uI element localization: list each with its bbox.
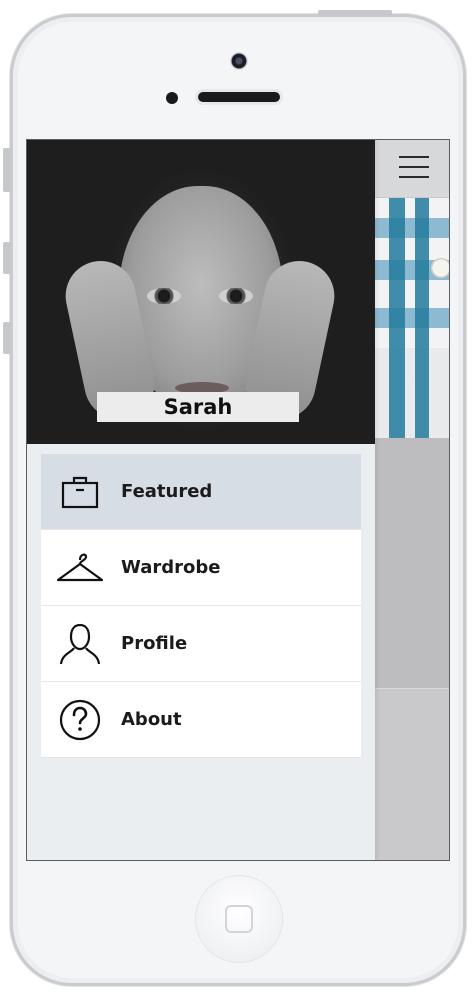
volume-up-button bbox=[3, 242, 11, 274]
menu-item-profile[interactable]: Profile bbox=[41, 606, 361, 682]
avatar-eye-left bbox=[147, 288, 181, 304]
power-button bbox=[318, 10, 392, 16]
home-button[interactable] bbox=[196, 876, 282, 962]
avatar[interactable]: Sarah bbox=[27, 140, 375, 444]
background-app bbox=[375, 140, 449, 860]
menu-item-label: Profile bbox=[121, 633, 188, 654]
app-topbar bbox=[375, 140, 449, 198]
earpiece-speaker bbox=[198, 92, 280, 102]
navigation-drawer: Sarah Featured Wardrobe Profile About bbox=[27, 140, 375, 860]
person-icon bbox=[55, 619, 105, 669]
user-name: Sarah bbox=[97, 392, 299, 422]
menu-item-wardrobe[interactable]: Wardrobe bbox=[41, 530, 361, 606]
menu-item-label: About bbox=[121, 709, 182, 730]
question-circle-icon bbox=[55, 695, 105, 745]
briefcase-icon bbox=[55, 467, 105, 517]
volume-down-button bbox=[3, 322, 11, 354]
menu-item-label: Featured bbox=[121, 481, 213, 502]
home-square-icon bbox=[225, 905, 253, 933]
proximity-sensor bbox=[166, 92, 178, 104]
content-panel-secondary bbox=[375, 688, 449, 860]
content-panel bbox=[375, 438, 449, 688]
hanger-icon bbox=[55, 543, 105, 593]
avatar-eye-right bbox=[219, 288, 253, 304]
drawer-menu: Featured Wardrobe Profile About bbox=[41, 454, 361, 758]
product-image[interactable] bbox=[375, 198, 449, 438]
screen: Sarah Featured Wardrobe Profile About bbox=[26, 139, 450, 861]
front-camera bbox=[230, 52, 248, 70]
mute-switch bbox=[3, 148, 11, 192]
hamburger-menu-icon[interactable] bbox=[399, 156, 429, 178]
menu-item-about[interactable]: About bbox=[41, 682, 361, 758]
menu-item-label: Wardrobe bbox=[121, 557, 221, 578]
shirt-button-detail bbox=[431, 258, 449, 278]
menu-item-featured[interactable]: Featured bbox=[41, 454, 361, 530]
